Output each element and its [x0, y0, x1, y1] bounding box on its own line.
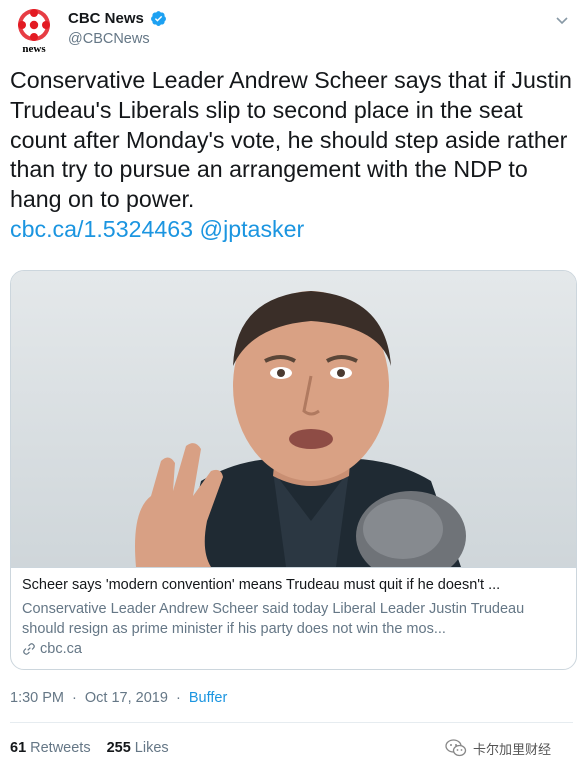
link-card[interactable]: Scheer says 'modern convention' means Tr… [10, 270, 577, 670]
watermark-text: 卡尔加里财经 [473, 741, 552, 757]
retweets-count: 61 [10, 740, 27, 756]
retweets-stat[interactable]: 61 Retweets [10, 740, 91, 756]
divider [10, 722, 573, 723]
tweet-text: Conservative Leader Andrew Scheer says t… [10, 66, 580, 245]
watermark: 卡尔加里财经 [445, 738, 551, 758]
likes-stat[interactable]: 255 Likes [107, 740, 169, 756]
card-description: Conservative Leader Andrew Scheer said t… [22, 601, 525, 637]
verified-badge-icon [150, 11, 166, 26]
cbc-news-avatar[interactable]: news [10, 8, 58, 55]
tweet-header: news CBC News @CBCNews [10, 8, 570, 55]
tweet-date[interactable]: Oct 17, 2019 [85, 690, 168, 706]
tweet-stats: 61 Retweets 255 Likes [10, 740, 169, 756]
tweet-time[interactable]: 1:30 PM [10, 690, 64, 706]
portrait-image [11, 271, 576, 581]
tweet-source[interactable]: Buffer [189, 690, 227, 706]
card-title: Scheer says 'modern convention' means Tr… [22, 577, 501, 593]
name-row: CBC News [68, 10, 167, 27]
likes-count: 255 [106, 740, 131, 756]
logo-text: news [22, 43, 46, 54]
meta-separator: · [72, 690, 77, 706]
card-domain: cbc.ca [40, 641, 82, 657]
tweet-link[interactable]: cbc.ca/1.5324463 [10, 216, 193, 242]
tweet-meta: 1:30 PM · Oct 17, 2019 · Buffer [10, 690, 227, 706]
chevron-down-icon[interactable] [554, 12, 570, 28]
display-name[interactable]: CBC News [68, 10, 144, 27]
link-icon [23, 643, 35, 655]
retweets-label: Retweets [30, 740, 91, 756]
handle[interactable]: @CBCNews [68, 31, 150, 47]
card-photo[interactable] [11, 271, 576, 581]
card-domain-row: cbc.ca [22, 641, 82, 657]
wechat-icon [445, 739, 467, 757]
tweet-body: Conservative Leader Andrew Scheer says t… [10, 67, 572, 213]
likes-label: Likes [134, 740, 169, 756]
card-body: Scheer says 'modern convention' means Tr… [11, 567, 576, 669]
tweet-mention[interactable]: @jptasker [200, 216, 305, 242]
cbc-gem-logo: news [18, 9, 50, 55]
meta-separator: · [175, 690, 181, 706]
